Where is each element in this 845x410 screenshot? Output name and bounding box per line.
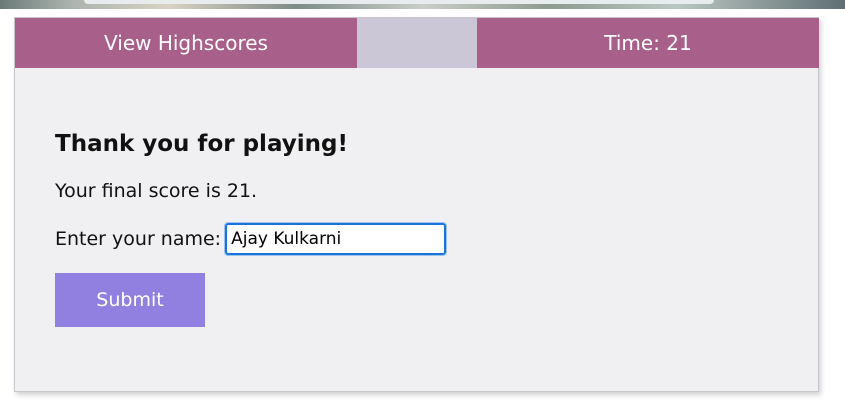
end-screen-heading: Thank you for playing! [55,131,348,157]
timer-display: Time: 21 [477,18,819,68]
browser-background-strip [0,0,845,9]
quiz-header: View Highscores Time: 21 [15,18,819,68]
end-screen-heading-wrap: Thank you for playing! [55,128,348,160]
final-score-text: Your final score is 21. [55,180,258,202]
name-entry-row: Enter your name: [55,222,448,256]
browser-address-bar-edge [84,0,714,4]
submit-button[interactable]: Submit [55,273,205,327]
view-highscores-link[interactable]: View Highscores [15,18,357,68]
quiz-card: View Highscores Time: 21 Thank you for p… [14,17,819,392]
header-spacer [357,18,477,68]
name-label: Enter your name: [55,228,222,250]
name-input[interactable] [224,222,448,256]
